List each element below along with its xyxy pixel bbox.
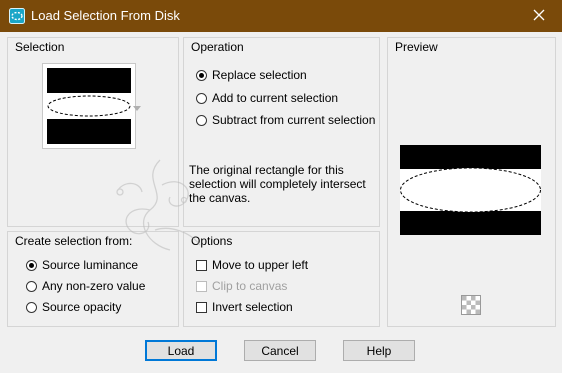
add-to-selection-radio[interactable]: Add to current selection bbox=[196, 91, 338, 105]
load-selection-dialog: Load Selection From Disk Selection Opera… bbox=[0, 0, 562, 373]
source-luminance-label: Source luminance bbox=[42, 258, 139, 272]
clip-to-canvas-checkbox: Clip to canvas bbox=[196, 279, 287, 293]
radio-button-checked[interactable] bbox=[196, 69, 207, 81]
title-bar[interactable]: Load Selection From Disk bbox=[0, 0, 562, 32]
load-button[interactable]: Load bbox=[145, 340, 217, 361]
options-group-title: Options bbox=[191, 234, 233, 248]
operation-info-text: The original rectangle for this selectio… bbox=[189, 163, 366, 205]
load-button-label: Load bbox=[167, 343, 195, 358]
subtract-from-selection-label: Subtract from current selection bbox=[212, 113, 376, 127]
thumbnail-dropdown-arrow-icon[interactable] bbox=[133, 101, 141, 115]
source-opacity-radio[interactable]: Source opacity bbox=[26, 300, 121, 314]
radio-button-checked[interactable] bbox=[26, 259, 37, 271]
move-to-upper-left-label: Move to upper left bbox=[212, 258, 309, 272]
invert-selection-checkbox[interactable]: Invert selection bbox=[196, 300, 293, 314]
cancel-button[interactable]: Cancel bbox=[244, 340, 316, 361]
window-title: Load Selection From Disk bbox=[31, 8, 180, 23]
selection-thumbnail[interactable] bbox=[42, 63, 136, 149]
preview-canvas bbox=[400, 145, 541, 235]
help-button[interactable]: Help bbox=[343, 340, 415, 361]
create-selection-group-title: Create selection from: bbox=[15, 234, 133, 248]
transparency-checker-icon[interactable] bbox=[461, 295, 481, 315]
source-opacity-label: Source opacity bbox=[42, 300, 122, 314]
radio-button[interactable] bbox=[26, 280, 37, 292]
move-to-upper-left-checkbox[interactable]: Move to upper left bbox=[196, 258, 308, 272]
source-luminance-radio[interactable]: Source luminance bbox=[26, 258, 138, 272]
radio-button[interactable] bbox=[196, 114, 207, 126]
close-button[interactable] bbox=[516, 0, 562, 32]
radio-button[interactable] bbox=[196, 92, 207, 104]
replace-selection-radio[interactable]: Replace selection bbox=[196, 68, 307, 82]
subtract-from-selection-radio[interactable]: Subtract from current selection bbox=[196, 113, 375, 127]
replace-selection-label: Replace selection bbox=[212, 68, 307, 82]
any-non-zero-radio[interactable]: Any non-zero value bbox=[26, 279, 145, 293]
radio-button[interactable] bbox=[26, 301, 37, 313]
help-button-label: Help bbox=[366, 343, 392, 358]
any-non-zero-label: Any non-zero value bbox=[42, 279, 146, 293]
checkbox[interactable] bbox=[196, 259, 207, 271]
checkbox[interactable] bbox=[196, 301, 207, 313]
selection-app-icon bbox=[9, 8, 25, 24]
checkbox-disabled bbox=[196, 280, 207, 292]
close-icon bbox=[533, 9, 545, 24]
add-to-selection-label: Add to current selection bbox=[212, 91, 339, 105]
clip-to-canvas-label: Clip to canvas bbox=[212, 279, 288, 293]
selection-group-title: Selection bbox=[15, 40, 65, 54]
operation-group-title: Operation bbox=[191, 40, 244, 54]
cancel-button-label: Cancel bbox=[261, 343, 299, 358]
invert-selection-label: Invert selection bbox=[212, 300, 293, 314]
preview-group-title: Preview bbox=[395, 40, 438, 54]
